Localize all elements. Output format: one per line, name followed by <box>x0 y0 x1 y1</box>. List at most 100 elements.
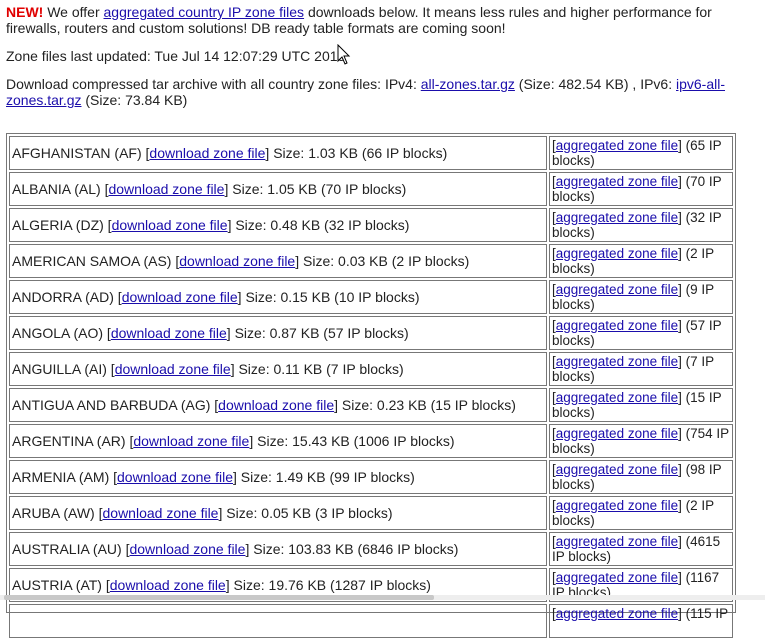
aggregated-cell: [aggregated zone file] (70 IP blocks) <box>549 172 733 206</box>
download-zone-file-link[interactable]: download zone file <box>117 469 233 485</box>
country-name: AFGHANISTAN (AF) <box>12 145 142 161</box>
aggregated-cell: [aggregated zone file] (2 IP blocks) <box>549 244 733 278</box>
zone-file-size: Size: 1.03 KB (66 IP blocks) <box>273 145 448 161</box>
aggregated-block-count: (115 IP <box>685 606 729 621</box>
aggregated-zone-file-link[interactable]: aggregated zone file <box>556 138 678 153</box>
table-row: ANGUILLA (AI) [download zone file] Size:… <box>9 352 733 386</box>
table-row: AMERICAN SAMOA (AS) [download zone file]… <box>9 244 733 278</box>
table-row: ARUBA (AW) [download zone file] Size: 0.… <box>9 496 733 530</box>
zone-file-size: Size: 0.05 KB (3 IP blocks) <box>226 505 393 521</box>
country-cell: AFGHANISTAN (AF) [download zone file] Si… <box>9 136 547 170</box>
zone-file-size: Size: 0.48 KB (32 IP blocks) <box>235 217 410 233</box>
download-zone-file-link[interactable]: download zone file <box>108 181 224 197</box>
scrollbar-thumb[interactable] <box>4 595 434 600</box>
aggregated-cell: [aggregated zone file] (65 IP blocks) <box>549 136 733 170</box>
download-zone-file-link[interactable]: download zone file <box>133 433 249 449</box>
zone-files-table-container: AFGHANISTAN (AF) [download zone file] Si… <box>6 133 736 638</box>
country-name: ARMENIA (AM) <box>12 469 110 485</box>
download-zone-file-link[interactable]: download zone file <box>112 217 228 233</box>
table-row: ALBANIA (AL) [download zone file] Size: … <box>9 172 733 206</box>
country-name: AMERICAN SAMOA (AS) <box>12 253 172 269</box>
aggregated-cell: [aggregated zone file] (15 IP blocks) <box>549 388 733 422</box>
aggregated-zone-file-link[interactable]: aggregated zone file <box>556 534 678 549</box>
download-prefix: Download compressed tar archive with all… <box>6 76 421 92</box>
download-zone-file-link[interactable]: download zone file <box>111 325 227 341</box>
last-updated-text: Zone files last updated: Tue Jul 14 12:0… <box>6 48 346 64</box>
table-row: AUSTRALIA (AU) [download zone file] Size… <box>9 532 733 566</box>
aggregated-zone-file-link[interactable]: aggregated zone file <box>556 246 678 261</box>
aggregated-zone-file-link[interactable]: aggregated zone file <box>556 354 678 369</box>
zone-file-size: Size: 0.03 KB (2 IP blocks) <box>303 253 470 269</box>
country-cell: ANDORRA (AD) [download zone file] Size: … <box>9 280 547 314</box>
aggregated-zone-file-link[interactable]: aggregated zone file <box>556 174 678 189</box>
download-zone-file-link[interactable]: download zone file <box>103 505 219 521</box>
aggregated-zone-files-link[interactable]: aggregated country IP zone files <box>104 4 305 20</box>
zone-file-size: Size: 19.76 KB (1287 IP blocks) <box>233 577 431 593</box>
zone-file-size: Size: 0.11 KB (7 IP blocks) <box>238 361 404 377</box>
country-name: ANDORRA (AD) <box>12 289 114 305</box>
aggregated-cell: [aggregated zone file] (57 IP blocks) <box>549 316 733 350</box>
table-row: [aggregated zone file] (115 IP <box>9 604 733 638</box>
zone-file-size: Size: 0.87 KB (57 IP blocks) <box>234 325 409 341</box>
zone-file-size: Size: 15.43 KB (1006 IP blocks) <box>257 433 455 449</box>
zone-file-size: Size: 0.23 KB (15 IP blocks) <box>341 397 516 413</box>
aggregated-zone-file-link[interactable]: aggregated zone file <box>556 282 678 297</box>
aggregated-zone-file-link[interactable]: aggregated zone file <box>556 498 678 513</box>
country-cell: ARMENIA (AM) [download zone file] Size: … <box>9 460 547 494</box>
country-name: ALGERIA (DZ) <box>12 217 104 233</box>
aggregated-zone-file-link[interactable]: aggregated zone file <box>556 570 678 585</box>
country-name: ANGOLA (AO) <box>12 325 104 341</box>
download-zone-file-link[interactable]: download zone file <box>218 397 334 413</box>
table-row: ANTIGUA AND BARBUDA (AG) [download zone … <box>9 388 733 422</box>
aggregated-zone-file-link[interactable]: aggregated zone file <box>556 318 678 333</box>
download-zone-file-link[interactable]: download zone file <box>149 145 265 161</box>
aggregated-cell: [aggregated zone file] (2 IP blocks) <box>549 496 733 530</box>
table-row: ANDORRA (AD) [download zone file] Size: … <box>9 280 733 314</box>
country-cell: ALBANIA (AL) [download zone file] Size: … <box>9 172 547 206</box>
aggregated-zone-file-link[interactable]: aggregated zone file <box>556 426 678 441</box>
country-cell: ANGOLA (AO) [download zone file] Size: 0… <box>9 316 547 350</box>
country-cell <box>9 604 547 638</box>
download-zone-file-link[interactable]: download zone file <box>129 541 245 557</box>
zone-file-size: Size: 103.83 KB (6846 IP blocks) <box>253 541 459 557</box>
country-name: AUSTRIA (AT) <box>12 577 102 593</box>
download-zone-file-link[interactable]: download zone file <box>179 253 295 269</box>
country-cell: ARGENTINA (AR) [download zone file] Size… <box>9 424 547 458</box>
aggregated-zone-file-link[interactable]: aggregated zone file <box>556 462 678 477</box>
country-cell: ARUBA (AW) [download zone file] Size: 0.… <box>9 496 547 530</box>
aggregated-cell: [aggregated zone file] (115 IP <box>549 604 733 638</box>
aggregated-zone-file-link[interactable]: aggregated zone file <box>556 210 678 225</box>
country-name: ARUBA (AW) <box>12 505 95 521</box>
country-cell: ANGUILLA (AI) [download zone file] Size:… <box>9 352 547 386</box>
country-cell: ALGERIA (DZ) [download zone file] Size: … <box>9 208 547 242</box>
aggregated-zone-file-link[interactable]: aggregated zone file <box>556 390 678 405</box>
table-row: ARMENIA (AM) [download zone file] Size: … <box>9 460 733 494</box>
ipv6-size: (Size: 73.84 KB) <box>81 92 188 108</box>
download-zone-file-link[interactable]: download zone file <box>122 289 238 305</box>
aggregated-cell: [aggregated zone file] (32 IP blocks) <box>549 208 733 242</box>
aggregated-cell: [aggregated zone file] (9 IP blocks) <box>549 280 733 314</box>
table-row: ARGENTINA (AR) [download zone file] Size… <box>9 424 733 458</box>
aggregated-zone-file-link[interactable]: aggregated zone file <box>556 606 678 621</box>
mouse-cursor-icon <box>337 44 351 65</box>
zone-file-size: Size: 1.49 KB (99 IP blocks) <box>240 469 415 485</box>
aggregated-cell: [aggregated zone file] (754 IP blocks) <box>549 424 733 458</box>
zone-file-size: Size: 0.15 KB (10 IP blocks) <box>245 289 420 305</box>
country-cell: ANTIGUA AND BARBUDA (AG) [download zone … <box>9 388 547 422</box>
zone-file-size: Size: 1.05 KB (70 IP blocks) <box>232 181 407 197</box>
horizontal-scrollbar[interactable] <box>0 595 765 600</box>
new-label: NEW! <box>6 4 44 20</box>
download-zone-file-link[interactable]: download zone file <box>115 361 231 377</box>
intro-text: NEW! We offer aggregated country IP zone… <box>6 4 751 36</box>
country-cell: AMERICAN SAMOA (AS) [download zone file]… <box>9 244 547 278</box>
aggregated-cell: [aggregated zone file] (4615 IP blocks) <box>549 532 733 566</box>
country-name: AUSTRALIA (AU) <box>12 541 122 557</box>
table-row: AFGHANISTAN (AF) [download zone file] Si… <box>9 136 733 170</box>
country-name: ARGENTINA (AR) <box>12 433 126 449</box>
download-zone-file-link[interactable]: download zone file <box>110 577 226 593</box>
ipv4-all-zones-link[interactable]: all-zones.tar.gz <box>421 76 515 92</box>
country-name: ANTIGUA AND BARBUDA (AG) <box>12 397 211 413</box>
table-row: ANGOLA (AO) [download zone file] Size: 0… <box>9 316 733 350</box>
country-name: ANGUILLA (AI) <box>12 361 107 377</box>
aggregated-cell: [aggregated zone file] (98 IP blocks) <box>549 460 733 494</box>
